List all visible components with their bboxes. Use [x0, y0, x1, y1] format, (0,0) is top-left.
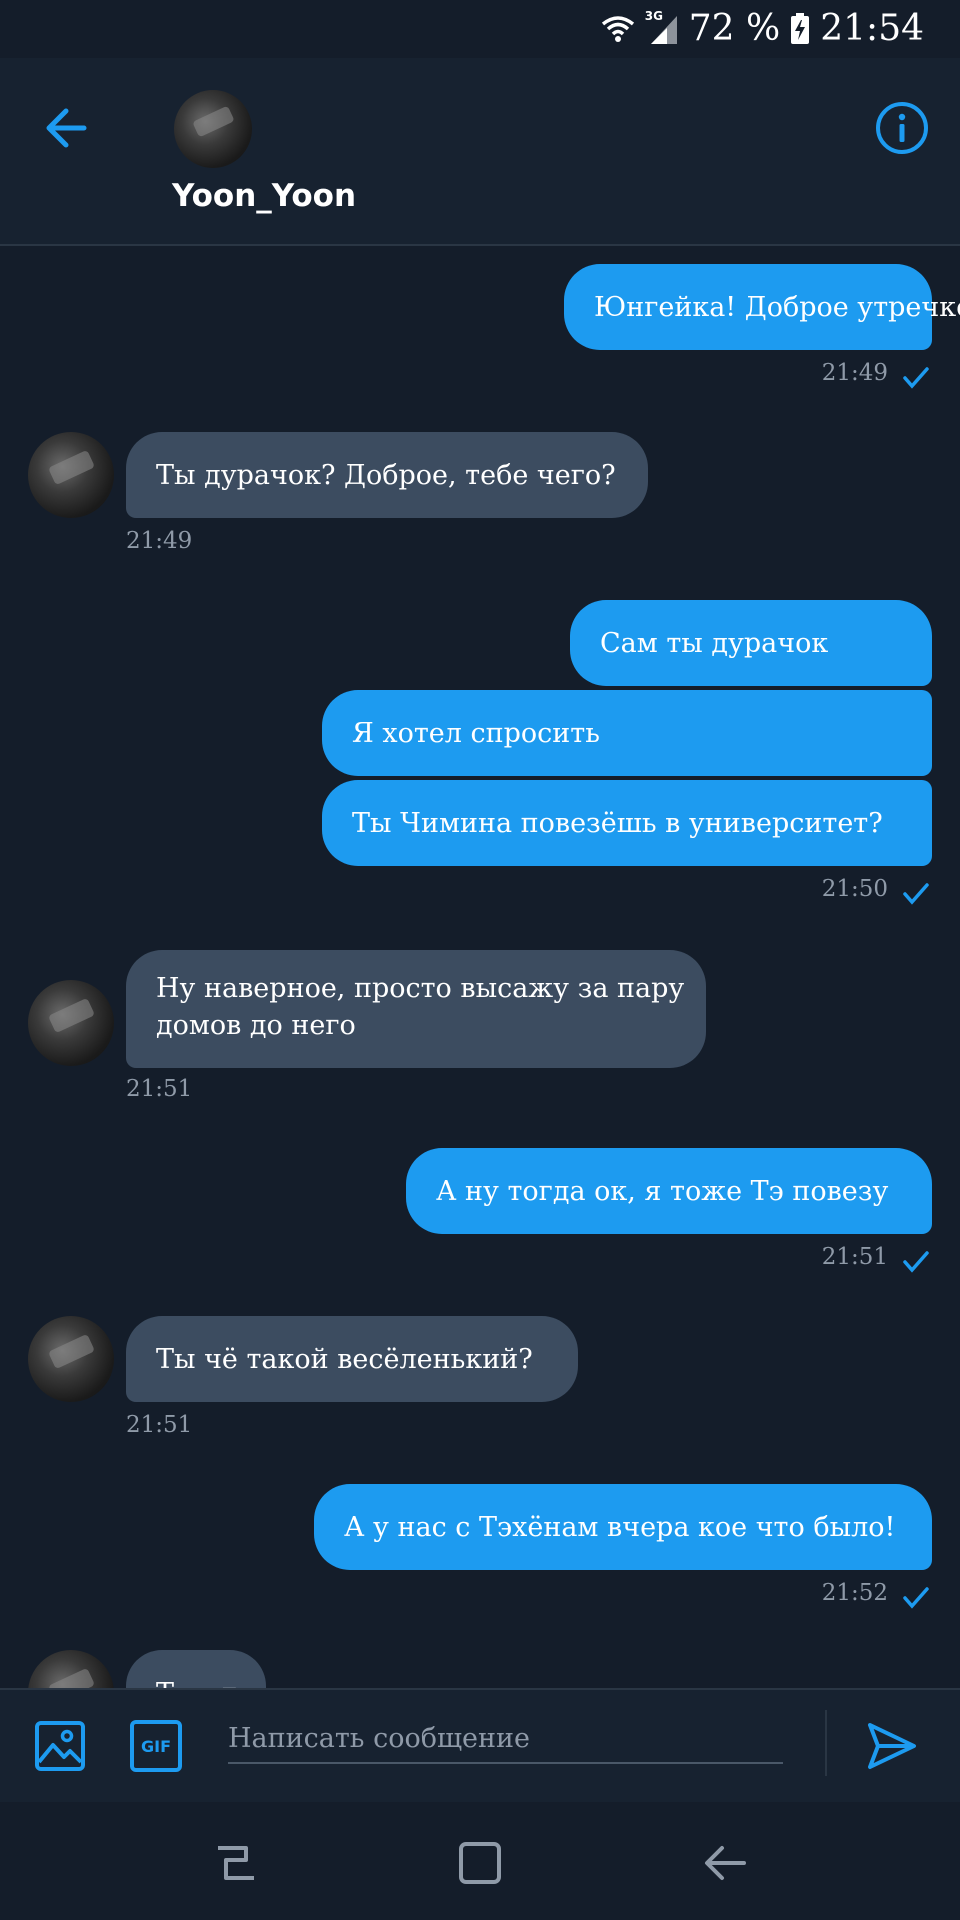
signal-icon: 3G [645, 9, 679, 45]
message-time: 21:49 [821, 360, 888, 386]
message-bubble-outgoing[interactable]: Юнгейка! Доброе утречко! [564, 264, 960, 350]
battery-icon [791, 12, 810, 44]
checkmark-icon [903, 1587, 929, 1609]
status-bar: 3G 72 % 21:54 [0, 0, 960, 58]
message-bubble-outgoing[interactable]: А ну тогда ок, я тоже Тэ повезу [406, 1148, 932, 1234]
checkmark-icon [903, 883, 929, 905]
message-bubble-outgoing[interactable]: Ты Чимина повезёшь в университет? [322, 780, 932, 866]
checkmark-icon [903, 367, 929, 389]
avatar[interactable] [28, 432, 114, 518]
message-input[interactable] [228, 1714, 783, 1764]
message-text: Я хотел спросить [352, 718, 600, 749]
message-time: 21:49 [126, 528, 193, 554]
message-time: 21:50 [821, 876, 888, 902]
send-icon[interactable] [866, 1720, 918, 1772]
gif-icon[interactable]: GIF [130, 1720, 182, 1772]
clock: 21:54 [820, 8, 924, 49]
message-text: А ну тогда ок, я тоже Тэ повезу [436, 1176, 889, 1207]
message-time: 21:51 [821, 1244, 888, 1270]
nav-back-icon[interactable] [700, 1838, 750, 1888]
divider [825, 1710, 827, 1776]
message-bubble-outgoing[interactable]: А у нас с Тэхёнам вчера кое что было! [314, 1484, 932, 1570]
recent-apps-icon[interactable] [210, 1838, 260, 1888]
message-text-line: домов до него [156, 1010, 356, 1041]
message-bubble-incoming[interactable]: Ты чё такой весёленький? [126, 1316, 578, 1402]
arrow-left-icon[interactable] [40, 100, 96, 156]
message-bubble-outgoing[interactable]: Сам ты дурачок [570, 600, 932, 686]
message-time: 21:51 [126, 1076, 193, 1102]
home-icon[interactable] [455, 1838, 505, 1888]
image-icon[interactable] [34, 1720, 86, 1772]
message-bubble-incoming[interactable]: Ну наверное, просто высажу за пару домов… [126, 950, 706, 1068]
wifi-icon [601, 15, 634, 42]
checkmark-icon [903, 1251, 929, 1273]
message-text: Ты чё такой весёленький? [156, 1344, 533, 1375]
message-bubble-incoming[interactable]: Ты чт [126, 1650, 266, 1688]
message-text: Ты дурачок? Доброе, тебе чего? [156, 460, 616, 491]
gif-label: GIF [140, 1736, 171, 1756]
avatar[interactable] [28, 1650, 114, 1688]
message-list[interactable]: Юнгейка! Доброе утречко! 21:49 Ты дурачо… [0, 246, 960, 1688]
message-time: 21:51 [126, 1412, 193, 1438]
message-text: А у нас с Тэхёнам вчера кое что было! [344, 1512, 896, 1543]
message-bubble-incoming[interactable]: Ты дурачок? Доброе, тебе чего? [126, 432, 648, 518]
avatar[interactable] [28, 1316, 114, 1402]
system-nav-bar [0, 1802, 960, 1920]
message-text: Ты Чимина повезёшь в университет? [352, 808, 883, 839]
conversation-header: Yoon_Yoon [0, 58, 960, 246]
avatar[interactable] [174, 90, 252, 168]
message-composer: GIF [0, 1688, 960, 1804]
info-icon[interactable] [874, 100, 930, 156]
message-text: Ты чт [156, 1678, 237, 1688]
message-text-line: Ну наверное, просто высажу за пару [156, 973, 685, 1004]
message-bubble-outgoing[interactable]: Я хотел спросить [322, 690, 932, 776]
message-time: 21:52 [821, 1580, 888, 1606]
avatar[interactable] [28, 980, 114, 1066]
message-text: Сам ты дурачок [600, 628, 829, 659]
message-text: Юнгейка! Доброе утречко! [594, 292, 960, 323]
contact-name[interactable]: Yoon_Yoon [172, 178, 356, 214]
battery-percent: 72 % [688, 8, 781, 49]
